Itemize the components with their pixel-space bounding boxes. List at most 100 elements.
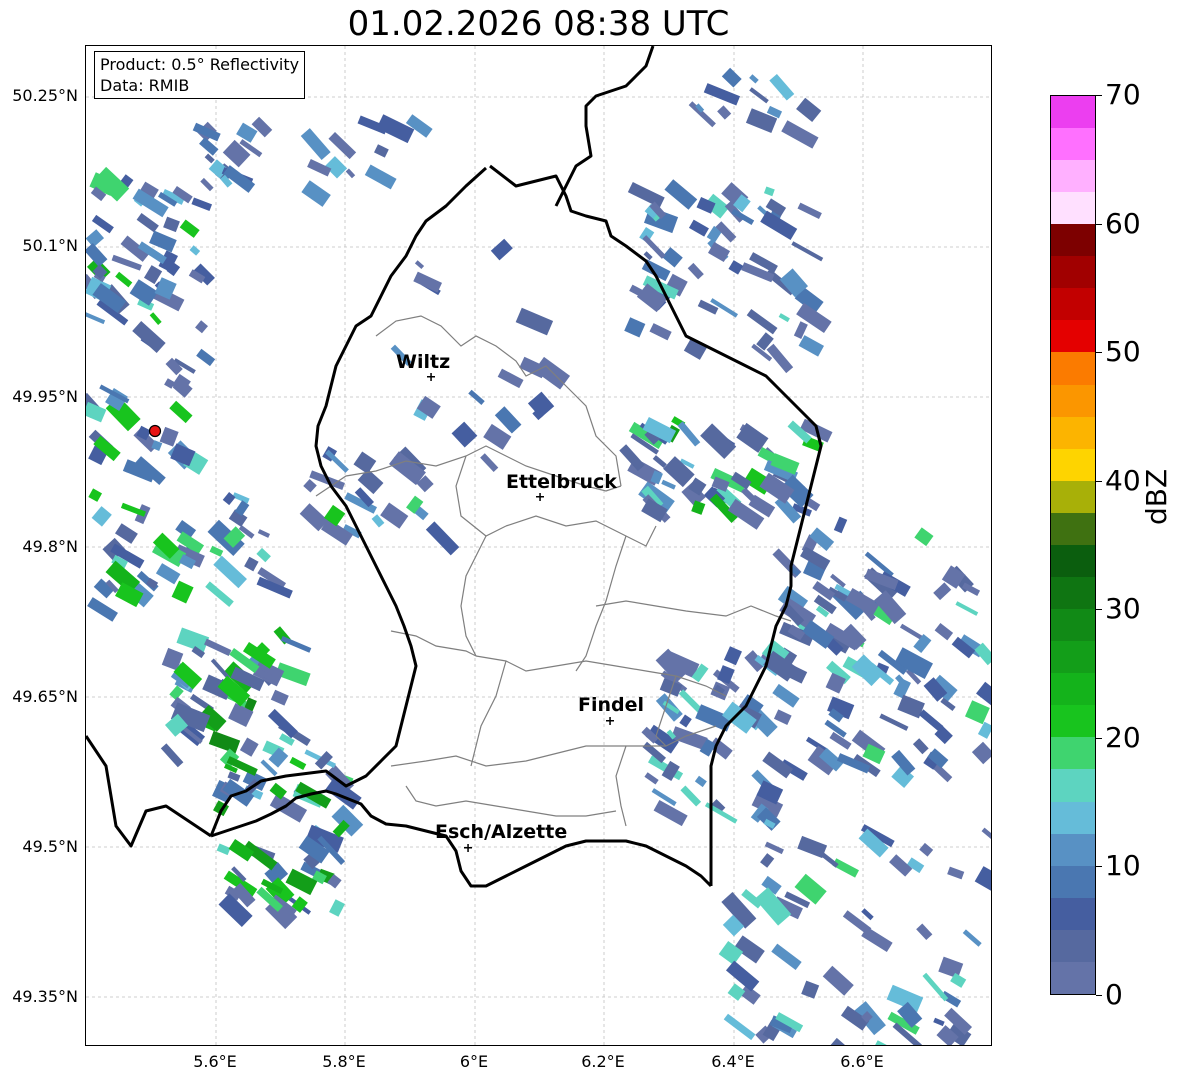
echo-cell <box>204 638 232 656</box>
echo-cell <box>176 627 210 653</box>
echo-cell <box>771 943 802 970</box>
echo-cell <box>830 1037 858 1045</box>
echo-cell <box>91 506 112 527</box>
echo-cell <box>163 216 180 233</box>
colorbar-tick <box>1096 737 1102 739</box>
lat-label: 49.65°N <box>12 687 78 706</box>
echo-cell <box>933 582 952 601</box>
echo-cell <box>723 1013 756 1041</box>
echo-cell <box>179 219 200 238</box>
echo-cell <box>328 132 357 160</box>
echo-cell <box>652 455 667 469</box>
echo-cell <box>861 926 893 953</box>
radar-map[interactable] <box>85 45 992 1046</box>
lat-label: 49.5°N <box>22 837 78 856</box>
colorbar-segment <box>1051 95 1095 128</box>
echo-cell <box>833 516 848 534</box>
colorbar-segment <box>1051 224 1095 257</box>
colorbar-segment <box>1051 929 1095 962</box>
echo-cell <box>977 721 991 739</box>
echo-cell <box>213 555 247 589</box>
echo-cell <box>171 580 194 604</box>
echo-cell <box>345 168 356 179</box>
echo-cell <box>490 238 513 261</box>
echo-cell <box>879 713 909 731</box>
echo-cell <box>413 271 442 293</box>
echo-cell <box>364 164 397 190</box>
colorbar-segment <box>1051 480 1095 513</box>
lon-label: 5.6°E <box>193 1052 237 1071</box>
echo-cell <box>307 158 332 177</box>
echo-cell <box>822 965 854 996</box>
colorbar-segment <box>1051 673 1095 706</box>
echo-cell <box>515 307 554 336</box>
data-source-label: Data: RMIB <box>100 76 190 95</box>
echo-cell <box>938 956 964 979</box>
echo-cell <box>222 492 236 506</box>
echo-cell <box>933 1017 945 1027</box>
echo-cell <box>209 545 224 557</box>
echo-cell <box>376 114 415 144</box>
echo-cell <box>208 730 241 754</box>
echo-cell <box>329 899 345 917</box>
colorbar-segment <box>1051 865 1095 898</box>
echo-cell <box>86 312 106 325</box>
echo-cell <box>414 260 425 270</box>
colorbar-segment <box>1051 641 1095 674</box>
echo-cell <box>289 756 307 770</box>
echo-cell <box>798 335 825 357</box>
echo-cell <box>955 601 979 616</box>
echo-cell <box>165 357 183 376</box>
radar-echoes <box>86 67 991 1045</box>
lat-label: 50.1°N <box>22 236 78 255</box>
colorbar-segment <box>1051 769 1095 802</box>
colorbar-segment <box>1051 961 1095 994</box>
colorbar-tick <box>1096 480 1102 482</box>
echo-cell <box>727 983 746 1001</box>
echo-cell <box>717 105 732 120</box>
echo-cell <box>773 709 792 725</box>
echo-cell <box>115 271 133 288</box>
echo-cell <box>160 743 184 768</box>
city-markers <box>427 373 614 852</box>
colorbar-segment <box>1051 609 1095 642</box>
echo-cell <box>374 144 389 158</box>
radar-site-marker <box>148 424 162 438</box>
echo-cell <box>659 678 683 697</box>
echo-cell <box>353 451 377 474</box>
echo-cell <box>772 683 800 708</box>
colorbar-segment <box>1051 576 1095 610</box>
map-canvas <box>86 46 991 1045</box>
colorbar-segment <box>1051 384 1095 417</box>
echo-cell <box>763 186 775 197</box>
echo-cell <box>976 681 991 707</box>
echo-cell <box>962 929 982 947</box>
echo-cell <box>791 241 824 262</box>
echo-cell <box>723 646 742 666</box>
lon-label: 6.4°E <box>711 1052 755 1071</box>
echo-cell <box>497 368 524 389</box>
echo-cell <box>721 67 742 88</box>
city-label-findel: Findel <box>578 694 645 716</box>
echo-cell <box>653 800 688 827</box>
echo-cell <box>627 182 665 208</box>
echo-cell <box>688 101 716 128</box>
echo-cell <box>205 581 234 607</box>
echo-cell <box>649 323 672 341</box>
colorbar-tick <box>1096 609 1102 611</box>
echo-cell <box>764 841 784 855</box>
colorbar-tick-label: 50 <box>1105 335 1141 369</box>
echo-cell <box>781 120 819 149</box>
lat-label: 49.35°N <box>12 987 78 1006</box>
colorbar-tick <box>1096 995 1102 996</box>
echo-cell <box>688 219 709 237</box>
echo-cell <box>200 177 214 192</box>
echo-cell <box>749 74 759 84</box>
echo-cell <box>257 529 271 538</box>
echo-cell <box>303 479 317 493</box>
echo-cell <box>728 260 744 275</box>
echo-cell <box>796 97 822 122</box>
dbz-colorbar <box>1050 95 1096 995</box>
echo-cell <box>717 665 735 685</box>
lat-label: 49.95°N <box>12 387 78 406</box>
